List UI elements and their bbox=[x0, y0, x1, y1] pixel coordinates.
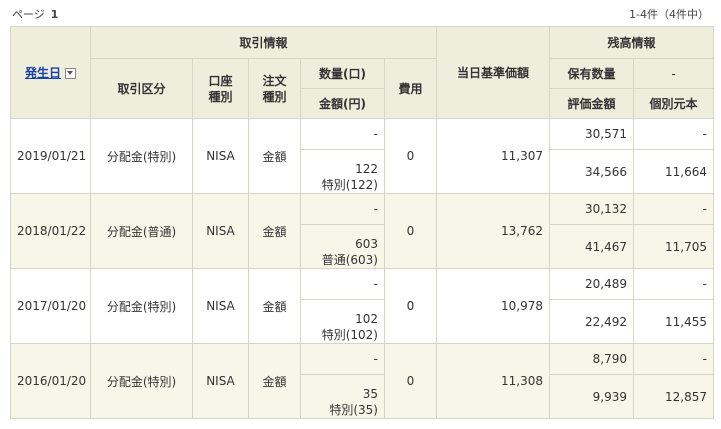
header-trade-info: 取引情報 bbox=[90, 26, 437, 59]
cell-fee: 0 bbox=[384, 268, 437, 344]
table-row: 2019/01/21 分配金(特別) NISA 金額 - 0 11,307 30… bbox=[10, 118, 715, 194]
page-number: 1 bbox=[50, 8, 59, 21]
header-valuation: 評価金額 bbox=[549, 88, 634, 119]
cell-valuation: 9,939 bbox=[549, 374, 634, 419]
cell-amount: 102 特別(102) bbox=[300, 299, 385, 344]
cell-holding-qty: 30,571 bbox=[549, 118, 634, 150]
cell-date: 2018/01/22 bbox=[10, 193, 91, 269]
cell-order-type: 金額 bbox=[248, 268, 301, 344]
cell-account-type: NISA bbox=[192, 193, 249, 269]
cell-amount: 603 普通(603) bbox=[300, 224, 385, 269]
amount-detail: 特別(122) bbox=[321, 178, 378, 192]
cell-quantity: - bbox=[300, 193, 385, 225]
amount-detail: 特別(35) bbox=[329, 403, 378, 417]
cell-unit-cost: 11,705 bbox=[632, 224, 715, 269]
cell-trade-type: 分配金(特別) bbox=[90, 118, 193, 194]
header-amount: 金額(円) bbox=[300, 88, 385, 119]
cell-valuation: 41,467 bbox=[549, 224, 634, 269]
header-account-type: 口座 種別 bbox=[192, 58, 249, 119]
cell-nav: 10,978 bbox=[436, 268, 550, 344]
cell-trade-type: 分配金(特別) bbox=[90, 343, 193, 419]
cell-valuation: 34,566 bbox=[549, 149, 634, 194]
cell-account-type: NISA bbox=[192, 118, 249, 194]
cell-valuation: 22,492 bbox=[549, 299, 634, 344]
cell-date: 2019/01/21 bbox=[10, 118, 91, 194]
table-row: 2016/01/20 分配金(特別) NISA 金額 - 0 11,308 8,… bbox=[10, 343, 715, 419]
page-label: ページ bbox=[12, 8, 45, 21]
header-balance-info: 残高情報 bbox=[548, 26, 715, 59]
amount-value: 35 bbox=[362, 387, 378, 401]
cell-nav: 11,308 bbox=[436, 343, 550, 419]
header-holding-qty-value: - bbox=[632, 58, 715, 89]
amount-detail: 特別(102) bbox=[321, 328, 378, 342]
cell-amount: 35 特別(35) bbox=[300, 374, 385, 419]
cell-fee: 0 bbox=[384, 193, 437, 269]
pager-bar: ページ 1 1-4件（4件中） bbox=[0, 0, 721, 26]
cell-nav: 13,762 bbox=[436, 193, 550, 269]
cell-order-type: 金額 bbox=[248, 118, 301, 194]
amount-value: 122 bbox=[355, 162, 378, 176]
cell-nav: 11,307 bbox=[436, 118, 550, 194]
header-fee: 費用 bbox=[384, 58, 437, 119]
cell-holding-qty-right: - bbox=[632, 118, 715, 150]
cell-quantity: - bbox=[300, 118, 385, 150]
cell-holding-qty: 30,132 bbox=[549, 193, 634, 225]
sort-by-date-link[interactable]: 発生日 bbox=[25, 66, 61, 80]
table-row: 2017/01/20 分配金(特別) NISA 金額 - 0 10,978 20… bbox=[10, 268, 715, 344]
cell-unit-cost: 12,857 bbox=[632, 374, 715, 419]
header-trade-type: 取引区分 bbox=[90, 58, 193, 119]
header-holding-qty: 保有数量 bbox=[549, 58, 634, 89]
cell-holding-qty: 8,790 bbox=[549, 343, 634, 375]
page-indicator: ページ 1 bbox=[12, 6, 58, 22]
cell-date: 2017/01/20 bbox=[10, 268, 91, 344]
header-quantity: 数量(口) bbox=[300, 58, 385, 89]
header-unit-cost: 個別元本 bbox=[632, 88, 715, 119]
cell-account-type: NISA bbox=[192, 268, 249, 344]
amount-detail: 普通(603) bbox=[321, 253, 378, 267]
cell-fee: 0 bbox=[384, 343, 437, 419]
cell-holding-qty-right: - bbox=[632, 268, 715, 300]
header-nav: 当日基準価額 bbox=[436, 26, 550, 119]
result-count: 1-4件（4件中） bbox=[629, 8, 709, 21]
header-date: 発生日 bbox=[10, 26, 91, 119]
cell-quantity: - bbox=[300, 268, 385, 300]
transaction-table: 発生日 取引情報 当日基準価額 残高情報 取引区分 口座 種別 注文 種別 数量… bbox=[10, 26, 715, 419]
cell-trade-type: 分配金(特別) bbox=[90, 268, 193, 344]
cell-fee: 0 bbox=[384, 118, 437, 194]
cell-quantity: - bbox=[300, 343, 385, 375]
cell-trade-type: 分配金(普通) bbox=[90, 193, 193, 269]
table-row: 2018/01/22 分配金(普通) NISA 金額 - 0 13,762 30… bbox=[10, 193, 715, 269]
cell-unit-cost: 11,664 bbox=[632, 149, 715, 194]
amount-value: 603 bbox=[355, 237, 378, 251]
cell-order-type: 金額 bbox=[248, 193, 301, 269]
cell-date: 2016/01/20 bbox=[10, 343, 91, 419]
cell-order-type: 金額 bbox=[248, 343, 301, 419]
cell-unit-cost: 11,455 bbox=[632, 299, 715, 344]
cell-amount: 122 特別(122) bbox=[300, 149, 385, 194]
header-order-type: 注文 種別 bbox=[248, 58, 301, 119]
cell-holding-qty-right: - bbox=[632, 343, 715, 375]
cell-account-type: NISA bbox=[192, 343, 249, 419]
cell-holding-qty: 20,489 bbox=[549, 268, 634, 300]
amount-value: 102 bbox=[355, 312, 378, 326]
cell-holding-qty-right: - bbox=[632, 193, 715, 225]
sort-dropdown-icon[interactable] bbox=[65, 68, 76, 79]
